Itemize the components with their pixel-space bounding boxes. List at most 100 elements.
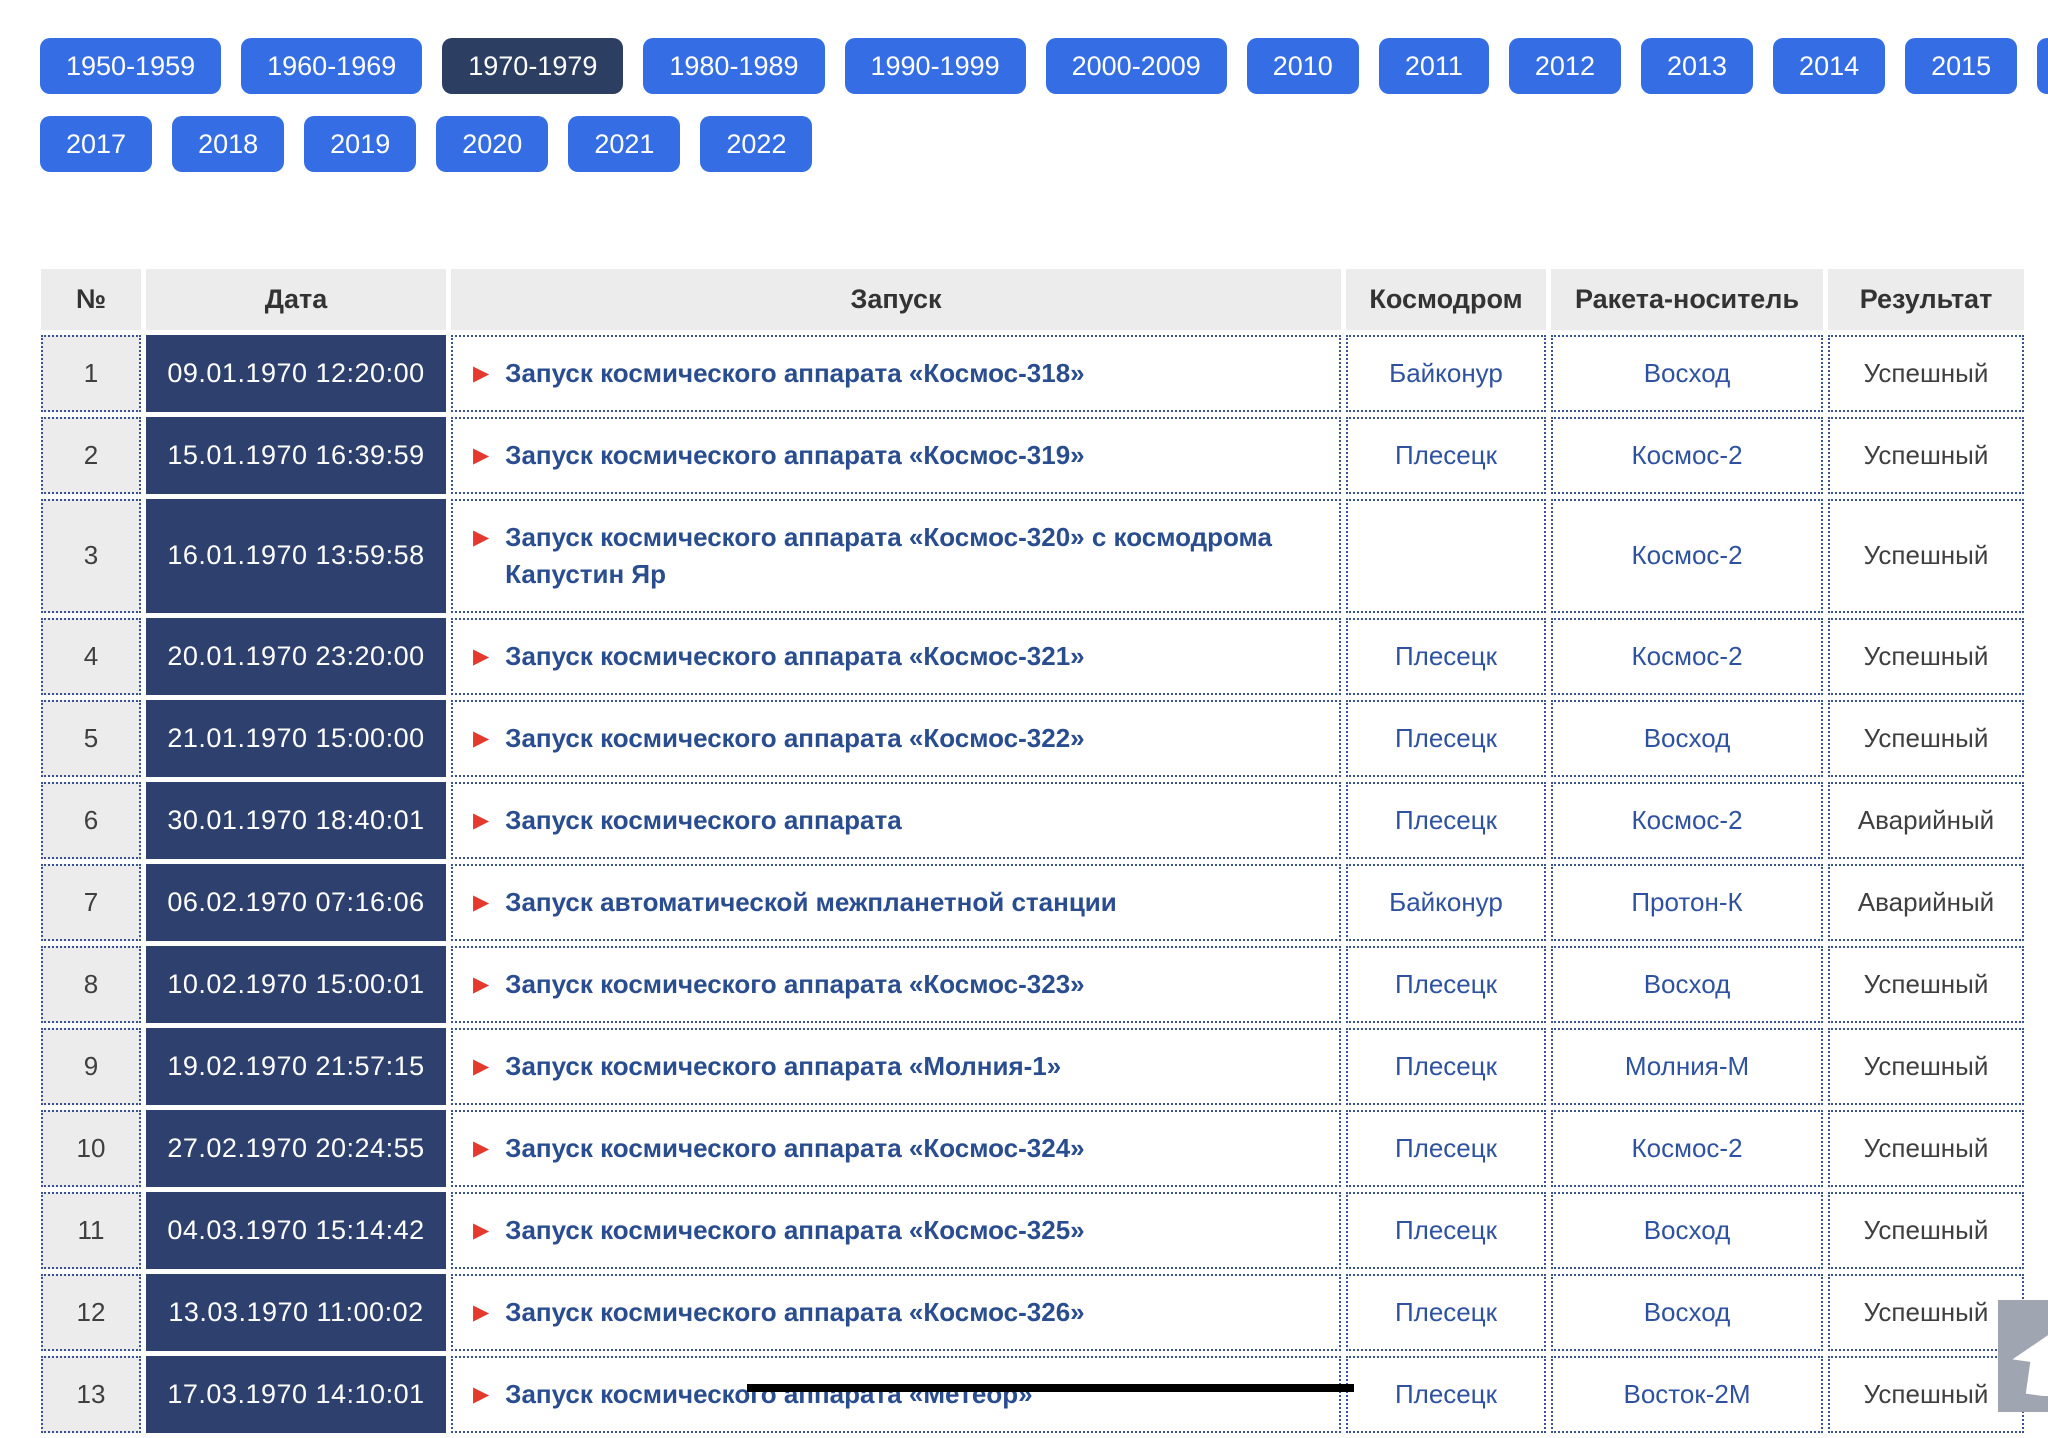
launch-date-cell: 06.02.1970 07:16:06 <box>146 864 446 941</box>
table-header-row: № Дата Запуск Космодром Ракета-носитель … <box>41 269 2024 330</box>
year-filter-2010[interactable]: 2010 <box>1247 38 1359 94</box>
result-cell: Успешный <box>1828 335 2024 412</box>
table-row: 420.01.1970 23:20:00▶Запуск космического… <box>41 618 2024 695</box>
year-filter-1960-1969[interactable]: 1960-1969 <box>241 38 422 94</box>
year-filter-2013[interactable]: 2013 <box>1641 38 1753 94</box>
result-cell: Успешный <box>1828 1110 2024 1187</box>
launch-title-cell: ▶Запуск космического аппарата «Космос-32… <box>451 618 1341 695</box>
bottom-partial-element <box>747 1384 1354 1392</box>
row-number-cell: 6 <box>41 782 141 859</box>
launch-title-cell: ▶Запуск космического аппарата «Космос-31… <box>451 417 1341 494</box>
launch-marker-icon: ▶ <box>473 1212 489 1249</box>
scroll-to-top-button[interactable] <box>1998 1300 2048 1412</box>
launch-marker-icon: ▶ <box>473 1294 489 1331</box>
launch-table: № Дата Запуск Космодром Ракета-носитель … <box>36 264 2029 1438</box>
rocket-cell: Восток-2М <box>1551 1356 1823 1433</box>
launch-link[interactable]: Запуск космического аппарата «Космос-319… <box>505 437 1084 474</box>
result-cell: Успешный <box>1828 1192 2024 1269</box>
result-cell: Успешный <box>1828 417 2024 494</box>
launch-link[interactable]: Запуск космического аппарата «Космос-322… <box>505 720 1084 757</box>
launch-table-body: 109.01.1970 12:20:00▶Запуск космического… <box>41 335 2024 1433</box>
row-number-cell: 12 <box>41 1274 141 1351</box>
result-cell: Успешный <box>1828 1356 2024 1433</box>
launch-title-cell: ▶Запуск космического аппарата «Космос-32… <box>451 499 1341 613</box>
result-cell: Аварийный <box>1828 864 2024 941</box>
launch-link[interactable]: Запуск космического аппарата «Космос-325… <box>505 1212 1084 1249</box>
table-row: 316.01.1970 13:59:58▶Запуск космического… <box>41 499 2024 613</box>
year-filter-2015[interactable]: 2015 <box>1905 38 2017 94</box>
rocket-cell: Восход <box>1551 1274 1823 1351</box>
result-cell: Успешный <box>1828 618 2024 695</box>
rocket-cell: Космос-2 <box>1551 417 1823 494</box>
table-row: 521.01.1970 15:00:00▶Запуск космического… <box>41 700 2024 777</box>
launch-title-cell: ▶ Запуск космического аппарата «Космос-32… <box>451 1110 1341 1187</box>
rocket-cell: Восход <box>1551 700 1823 777</box>
year-filter-2011[interactable]: 2011 <box>1379 38 1489 94</box>
rocket-cell: Космос-2 <box>1551 782 1823 859</box>
launch-title-cell: ▶Запуск космического аппарата «Метеор» <box>451 1356 1341 1433</box>
col-header-number: № <box>41 269 141 330</box>
cosmodrome-cell: Плесецк <box>1346 1110 1546 1187</box>
year-filter-1990-1999[interactable]: 1990-1999 <box>845 38 1026 94</box>
year-filter-2000-2009[interactable]: 2000-2009 <box>1046 38 1227 94</box>
launch-marker-icon: ▶ <box>473 355 489 392</box>
col-header-launch: Запуск <box>451 269 1341 330</box>
launch-log-page: 1950-1959 1960-1969 1970-1979 1980-1989 1990… <box>0 0 2048 1438</box>
launch-link[interactable]: Запуск космического аппарата «Молния-1» <box>505 1048 1061 1085</box>
launch-link[interactable]: Запуск космического аппарата <box>505 802 902 839</box>
cosmodrome-cell: Плесецк <box>1346 946 1546 1023</box>
launch-link[interactable]: Запуск космического аппарата «Метеор» <box>505 1376 1032 1413</box>
year-filter-2012[interactable]: 2012 <box>1509 38 1621 94</box>
result-cell: Успешный <box>1828 1274 2024 1351</box>
year-filter-1980-1989[interactable]: 1980-1989 <box>643 38 824 94</box>
launch-date-cell: 16.01.1970 13:59:58 <box>146 499 446 613</box>
row-number-cell: 7 <box>41 864 141 941</box>
year-filter-2017[interactable]: 2017 <box>40 116 152 172</box>
year-filter-1950-1959[interactable]: 1950-1959 <box>40 38 221 94</box>
cosmodrome-cell: Плесецк <box>1346 618 1546 695</box>
result-cell: Успешный <box>1828 946 2024 1023</box>
launch-date-cell: 20.01.1970 23:20:00 <box>146 618 446 695</box>
year-filter-2022[interactable]: 2022 <box>700 116 812 172</box>
year-filter-row-1: 1950-1959 1960-1969 1970-1979 1980-1989 1990… <box>40 38 2048 94</box>
launch-date-cell: 13.03.1970 11:00:02 <box>146 1274 446 1351</box>
launch-link[interactable]: Запуск космического аппарата «Космос-326… <box>505 1294 1084 1331</box>
table-row: 1317.03.1970 14:10:01▶Запуск космическог… <box>41 1356 2024 1433</box>
col-header-result: Результат <box>1828 269 2024 330</box>
year-filter-2016[interactable]: 2016 <box>2037 38 2048 94</box>
launch-date-cell: 30.01.1970 18:40:01 <box>146 782 446 859</box>
year-filter-2021[interactable]: 2021 <box>568 116 680 172</box>
launch-title-cell: ▶ Запуск космического аппарата «Космос-31… <box>451 335 1341 412</box>
launch-date-cell: 04.03.1970 15:14:42 <box>146 1192 446 1269</box>
launch-link[interactable]: Запуск космического аппарата «Космос-320… <box>505 519 1321 593</box>
launch-marker-icon: ▶ <box>473 1130 489 1167</box>
year-filter-2019[interactable]: 2019 <box>304 116 416 172</box>
launch-date-cell: 21.01.1970 15:00:00 <box>146 700 446 777</box>
launch-link[interactable]: Запуск космического аппарата «Космос-324… <box>505 1130 1084 1167</box>
up-arrow-icon <box>2012 1334 2048 1396</box>
launch-title-cell: ▶Запуск автоматической межпланетной стан… <box>451 864 1341 941</box>
year-filter-1970-1979[interactable]: 1970-1979 <box>442 38 623 94</box>
cosmodrome-cell: Плесецк <box>1346 1028 1546 1105</box>
launch-marker-icon: ▶ <box>473 966 489 1003</box>
launch-link[interactable]: Запуск автоматической межпланетной станц… <box>505 884 1117 921</box>
cosmodrome-cell: Байконур <box>1346 864 1546 941</box>
year-filter-2014[interactable]: 2014 <box>1773 38 1885 94</box>
year-filter-2020[interactable]: 2020 <box>436 116 548 172</box>
launch-link[interactable]: Запуск космического аппарата «Космос-318… <box>505 355 1084 392</box>
rocket-cell: Восход <box>1551 946 1823 1023</box>
row-number-cell: 10 <box>41 1110 141 1187</box>
launch-link[interactable]: Запуск космического аппарата «Космос-323… <box>505 966 1084 1003</box>
table-row: 1213.03.1970 11:00:02 ▶ Запуск космическог… <box>41 1274 2024 1351</box>
launch-link[interactable]: Запуск космического аппарата «Космос-321… <box>505 638 1084 675</box>
launch-title-cell: ▶Запуск космического аппарата «Космос-32… <box>451 700 1341 777</box>
col-header-date: Дата <box>146 269 446 330</box>
table-row: 919.02.1970 21:57:15▶Запуск космического… <box>41 1028 2024 1105</box>
table-row: 215.01.1970 16:39:59▶Запуск космического… <box>41 417 2024 494</box>
year-filter-2018[interactable]: 2018 <box>172 116 284 172</box>
rocket-cell: Восход <box>1551 335 1823 412</box>
year-filter-bar: 1950-1959 1960-1969 1970-1979 1980-1989 1990… <box>0 0 2048 172</box>
launch-title-cell: ▶ Запуск космического аппарата «Космос-32… <box>451 1192 1341 1269</box>
row-number-cell: 8 <box>41 946 141 1023</box>
launch-date-cell: 19.02.1970 21:57:15 <box>146 1028 446 1105</box>
